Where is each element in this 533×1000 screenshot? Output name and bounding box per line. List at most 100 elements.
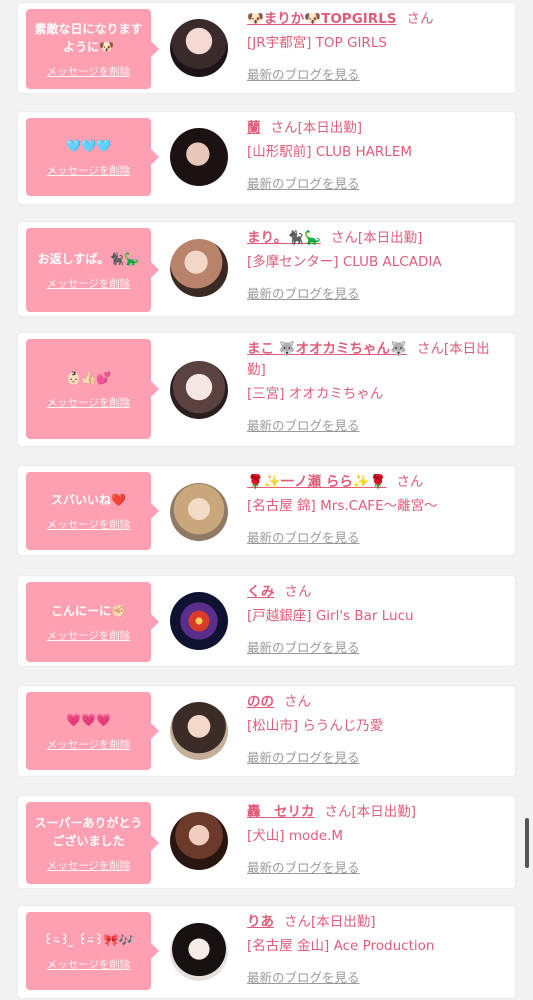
delete-message-link[interactable]: メッセージを削除 [47, 276, 131, 291]
sender-info: まり。🐈‍⬛🦕 さん[本日出勤] [多摩センター] CLUB ALCADIA 最新のブ… [247, 228, 507, 302]
latest-blog-link[interactable]: 最新のブログを見る [247, 747, 360, 766]
honorific-label: さん [396, 474, 424, 490]
sender-line: 🌹✨一ノ瀬 らら✨🌹 さん [247, 472, 507, 493]
latest-blog-link[interactable]: 最新のブログを見る [247, 64, 360, 83]
message-text: こんにーに✊🏻 [51, 603, 126, 618]
message-text: スーパーありがとうございました [34, 815, 143, 848]
sender-line: 轟 セリカ さん[本日出勤] [247, 802, 507, 823]
status-suffix: [本日出勤] [351, 804, 417, 820]
sender-info: まこ 🐺オオカミちゃん🐺 さん[本日出勤] [三宮] オオカミちゃん 最新のブログを見… [247, 339, 507, 434]
latest-blog-link[interactable]: 最新のブログを見る [247, 527, 360, 546]
sender-info: 轟 セリカ さん[本日出勤] [犬山] mode.M 最新のブログを見る [247, 802, 507, 876]
honorific-label: さん [284, 694, 311, 710]
message-bubble: お返しすば。🐈‍⬛🦕 メッセージを削除 [26, 228, 159, 312]
latest-blog-link[interactable]: 最新のブログを見る [247, 283, 360, 302]
sender-name-link[interactable]: くみ [247, 584, 275, 600]
message-bubble: 👶🏻👍🏻💕 メッセージを削除 [26, 339, 159, 439]
sender-name-link[interactable]: 🐶まりか🐶TOPGIRLS [247, 11, 397, 27]
shop-label: [松山市] らうんじ乃愛 [247, 718, 384, 734]
sender-name-link[interactable]: のの [247, 694, 274, 710]
message-text: 👶🏻👍🏻💕 [66, 370, 111, 385]
delete-message-link[interactable]: メッセージを削除 [47, 737, 131, 752]
shop-label: [山形駅前] CLUB HARLEM [247, 144, 412, 160]
sender-name-link[interactable]: まこ 🐺オオカミちゃん🐺 [247, 341, 407, 357]
honorific-label: さん [284, 914, 311, 930]
message-text: スバいいね❤️ [51, 492, 126, 507]
message-card: スバいいね❤️ メッセージを削除 🌹✨一ノ瀬 らら✨🌹 さん [名古屋 錦] Mrs.C… [18, 466, 515, 555]
status-suffix: [本日出勤] [311, 914, 376, 930]
delete-message-link[interactable]: メッセージを削除 [47, 858, 131, 873]
sender-name-link[interactable]: 蘭 [247, 120, 261, 136]
honorific-label: さん [330, 230, 358, 246]
latest-blog-link[interactable]: 最新のブログを見る [247, 637, 360, 656]
shop-label: [戸越銀座] Girl's Bar Lucu [247, 608, 414, 624]
latest-blog-link[interactable]: 最新のブログを見る [247, 967, 360, 986]
avatar[interactable] [170, 923, 228, 981]
honorific-label: さん [324, 804, 352, 820]
message-text: 🩵🩵🩵 [66, 138, 111, 153]
delete-message-link[interactable]: メッセージを削除 [47, 395, 131, 410]
sender-line: まり。🐈‍⬛🦕 さん[本日出勤] [247, 228, 507, 249]
message-card: 🩵🩵🩵 メッセージを削除 蘭さん[本日出勤] [山形駅前] CLUB HARLEM 最新… [18, 112, 515, 204]
latest-blog-link[interactable]: 最新のブログを見る [247, 415, 360, 434]
delete-message-link[interactable]: メッセージを削除 [47, 957, 131, 972]
shop-label: [犬山] mode.M [247, 828, 344, 844]
delete-message-link[interactable]: メッセージを削除 [47, 628, 131, 643]
sender-name-link[interactable]: 🌹✨一ノ瀬 らら✨🌹 [247, 474, 386, 490]
honorific-label: さん [270, 120, 298, 136]
message-card: 素敵な日になりますように🐶 メッセージを削除 🐶まりか🐶TOPGIRLS さん [JR宇… [18, 3, 515, 93]
shop-label: [JR宇都宮] TOP GIRLS [247, 35, 387, 51]
delete-message-link[interactable]: メッセージを削除 [47, 64, 131, 79]
message-bubble: 💗💗💗 メッセージを削除 [26, 692, 159, 770]
scrollbar[interactable] [525, 818, 529, 868]
sender-info: 🐶まりか🐶TOPGIRLS さん [JR宇都宮] TOP GIRLS 最新のブログを見… [247, 9, 507, 83]
message-card: こんにーに✊🏻 メッセージを削除 くみ さん [戸越銀座] Girl's Bar Luc… [18, 576, 515, 666]
shop-label: [多摩センター] CLUB ALCADIA [247, 254, 442, 270]
avatar[interactable] [170, 702, 228, 760]
honorific-label: さん [406, 11, 434, 27]
message-card: スーパーありがとうございましたメッセージを削除 轟 セリカ さん[本日出勤] [犬山]… [18, 796, 515, 888]
honorific-label: さん [284, 584, 312, 600]
sender-name-link[interactable]: まり。🐈‍⬛🦕 [247, 230, 321, 246]
message-bubble: 🩵🩵🩵 メッセージを削除 [26, 118, 159, 196]
sender-line: 🐶まりか🐶TOPGIRLS さん [247, 9, 507, 30]
message-bubble: スーパーありがとうございましたメッセージを削除 [26, 802, 159, 884]
shop-label: [三宮] オオカミちゃん [247, 386, 384, 402]
delete-message-link[interactable]: メッセージを削除 [47, 517, 131, 532]
sender-name-link[interactable]: りあ [247, 914, 274, 930]
honorific-label: さん [416, 341, 444, 357]
sender-line: 蘭さん[本日出勤] [247, 118, 507, 139]
status-suffix: [本日出勤] [357, 230, 423, 246]
sender-info: のの さん [松山市] らうんじ乃愛 最新のブログを見る [247, 692, 507, 766]
sender-info: 蘭さん[本日出勤] [山形駅前] CLUB HARLEM 最新のブログを見る [247, 118, 507, 192]
message-bubble: こんにーに✊🏻 メッセージを削除 [26, 582, 159, 662]
message-card: ꒰⍨꒱ ̫ ꒰⍨꒱🎀🎶 メッセージを削除 りあ さん[本日出勤] [名古屋 金山] Ac… [18, 906, 515, 998]
avatar[interactable] [170, 361, 228, 419]
sender-info: くみ さん [戸越銀座] Girl's Bar Lucu 最新のブログを見る [247, 582, 507, 656]
message-bubble: 素敵な日になりますように🐶 メッセージを削除 [26, 9, 159, 89]
avatar[interactable] [170, 592, 228, 650]
message-card: 👶🏻👍🏻💕 メッセージを削除 まこ 🐺オオカミちゃん🐺 さん[本日出勤] [三宮] オオ… [18, 333, 515, 446]
message-bubble: スバいいね❤️ メッセージを削除 [26, 472, 159, 550]
message-card: 💗💗💗 メッセージを削除 のの さん [松山市] らうんじ乃愛 最新のブログを見る [18, 686, 515, 776]
message-text: 素敵な日になりますように🐶 [34, 21, 143, 54]
delete-message-link[interactable]: メッセージを削除 [47, 163, 131, 178]
latest-blog-link[interactable]: 最新のブログを見る [247, 857, 360, 876]
sender-line: のの さん [247, 692, 507, 713]
avatar[interactable] [170, 239, 228, 297]
message-card: お返しすば。🐈‍⬛🦕 メッセージを削除 まり。🐈‍⬛🦕 さん[本日出勤] [多摩センター… [18, 222, 515, 316]
shop-label: [名古屋 錦] Mrs.CAFE〜離宮〜 [247, 498, 438, 514]
sender-line: くみ さん [247, 582, 507, 603]
avatar[interactable] [170, 483, 228, 541]
avatar[interactable] [170, 812, 228, 870]
sender-line: まこ 🐺オオカミちゃん🐺 さん[本日出勤] [247, 339, 507, 381]
avatar[interactable] [170, 128, 228, 186]
message-text: お返しすば。🐈‍⬛🦕 [37, 251, 140, 266]
message-text: 💗💗💗 [66, 712, 111, 727]
sender-name-link[interactable]: 轟 セリカ [247, 804, 315, 820]
shop-label: [名古屋 金山] Ace Production [247, 938, 435, 954]
sender-info: りあ さん[本日出勤] [名古屋 金山] Ace Production 最新のブログを… [247, 912, 507, 986]
latest-blog-link[interactable]: 最新のブログを見る [247, 173, 360, 192]
avatar[interactable] [170, 19, 228, 77]
status-suffix: [本日出勤] [297, 120, 363, 136]
